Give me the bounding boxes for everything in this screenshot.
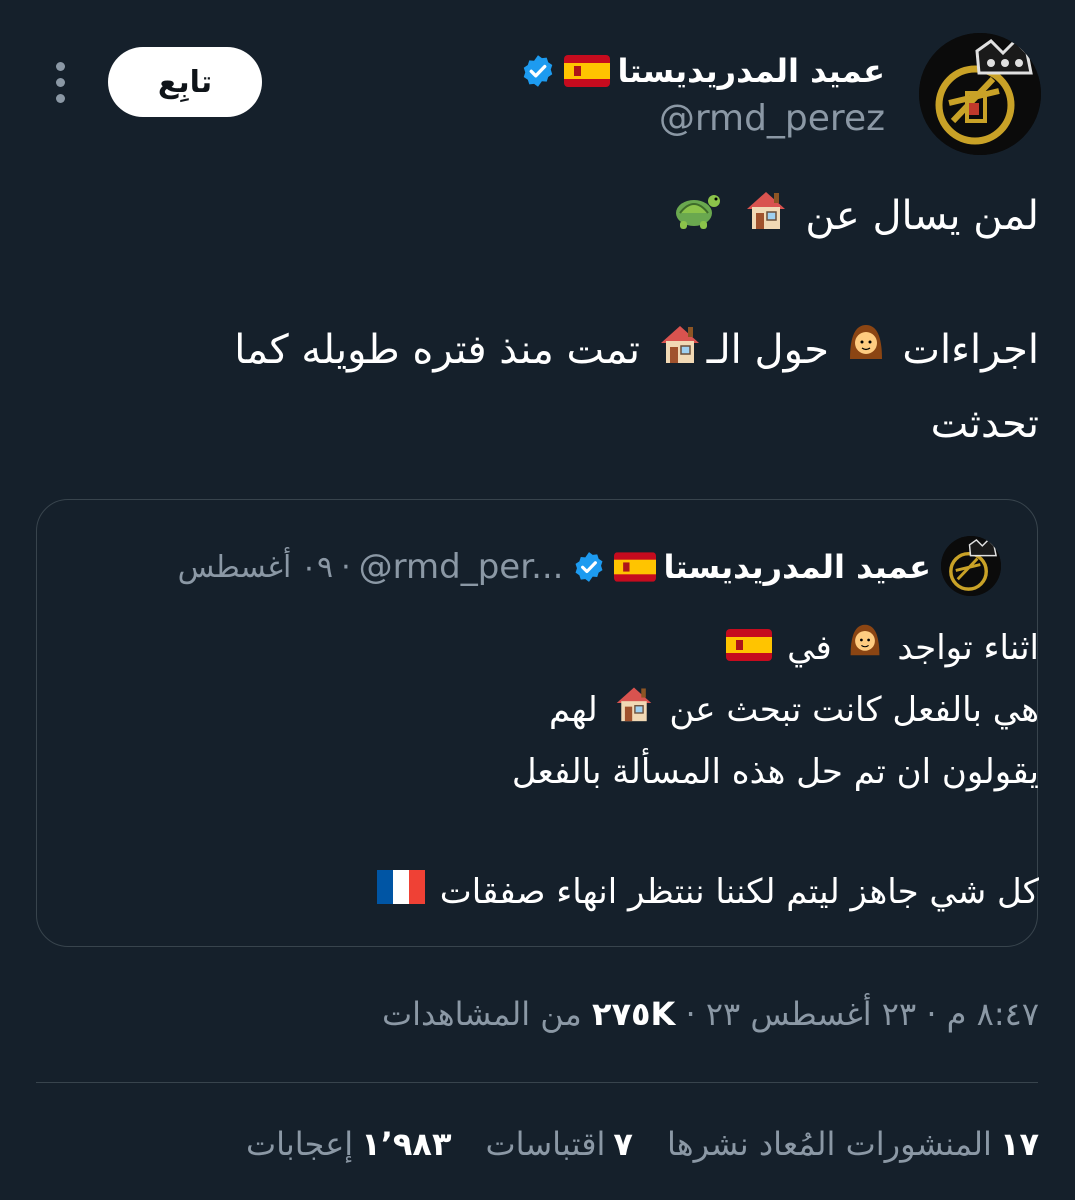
woman-icon [847,619,883,680]
author-name-row[interactable]: عميد المدريديستا [520,46,886,96]
views-count: ٢٧٥K [591,995,676,1033]
quoted-tweet-date: ٠٩ أغسطس [177,549,334,585]
verified-badge-icon[interactable] [520,53,556,89]
france-flag-icon [376,863,425,923]
divider [36,1082,1038,1083]
quote-line2-part2: لهم [549,690,598,730]
house-icon [657,316,703,388]
tweet-line2-part1: اجراءات [902,327,1039,373]
separator-dot: · [341,549,351,585]
more-vertical-icon[interactable] [48,62,72,106]
views-label: من المشاهدات [381,995,582,1033]
real-madrid-crest-icon [919,33,1041,155]
tweet-line1-text: لمن يسال عن [805,193,1039,239]
quotes-stat[interactable]: ٧اقتباسات [485,1125,632,1163]
spain-flag-icon [726,620,773,680]
tweet-text: لمن يسال عن اجراءات حول الـ تمت منذ فتره… [119,180,1039,460]
quote-line2-part1: هي بالفعل كانت تبحث عن [669,690,1039,730]
quoted-author-name[interactable]: عميد المدريديستا [664,548,932,586]
likes-count: ١٬٩٨٣ [361,1125,452,1163]
tweet-meta: ٨:٤٧ م · ٢٣ أغسطس ٢٣ · ٢٧٥K من المشاهدات [382,995,1039,1033]
quote-line3: يقولون ان تم حل هذه المسألة بالفعل [511,751,1039,792]
tweet-line2-part2: حول الـ [706,327,829,373]
quotes-label: اقتباسات [485,1125,606,1163]
author-display-name[interactable]: عميد المدريديستا [618,52,886,90]
verified-badge-icon [572,550,606,584]
quoted-author-handle: @rmd_per... [358,547,564,587]
quotes-count: ٧ [613,1125,633,1163]
likes-stat[interactable]: ١٬٩٨٣إعجابات [246,1125,451,1163]
house-icon [743,182,789,254]
quoted-tweet-header: عميد المدريديستا @rmd_per... · ٠٩ أغسطس [178,542,931,592]
real-madrid-crest-icon [941,536,1001,596]
quote-line1-part1: اثناء تواجد [897,628,1039,668]
woman-icon [846,316,886,388]
spain-flag-icon [613,552,656,582]
author-handle[interactable]: @rmd_perez [659,98,885,139]
follow-button[interactable]: تابِع [108,47,262,117]
turtle-icon [670,182,722,254]
house-icon [613,682,655,742]
reposts-count: ١٧ [999,1125,1039,1163]
engagement-stats: ١٧المنشورات المُعاد نشرها ٧اقتباسات ١٬٩٨… [246,1125,1039,1163]
tweet-date[interactable]: ٢٣ أغسطس ٢٣ [706,995,916,1033]
tweet-time[interactable]: ٨:٤٧ م [947,995,1039,1033]
author-avatar[interactable] [919,33,1041,155]
separator-dot: · [685,995,696,1033]
spain-flag-icon [563,55,610,87]
likes-label: إعجابات [246,1125,354,1163]
reposts-label: المنشورات المُعاد نشرها [666,1125,992,1163]
tweet-line3: تحدثت [930,401,1039,447]
separator-dot: · [926,995,937,1033]
tweet-line2-part3: تمت منذ فتره طويله كما [234,327,641,373]
quoted-author-avatar[interactable] [941,536,1001,596]
quoted-tweet-text: اثناء تواجد في هي بالفعل كانت تبحث عن له… [139,618,1039,923]
quote-line4: كل شي جاهز ليتم لكننا ننتظر انهاء صفقات [439,871,1039,912]
reposts-stat[interactable]: ١٧المنشورات المُعاد نشرها [667,1125,1039,1163]
quote-line1-part2: في [787,628,832,668]
